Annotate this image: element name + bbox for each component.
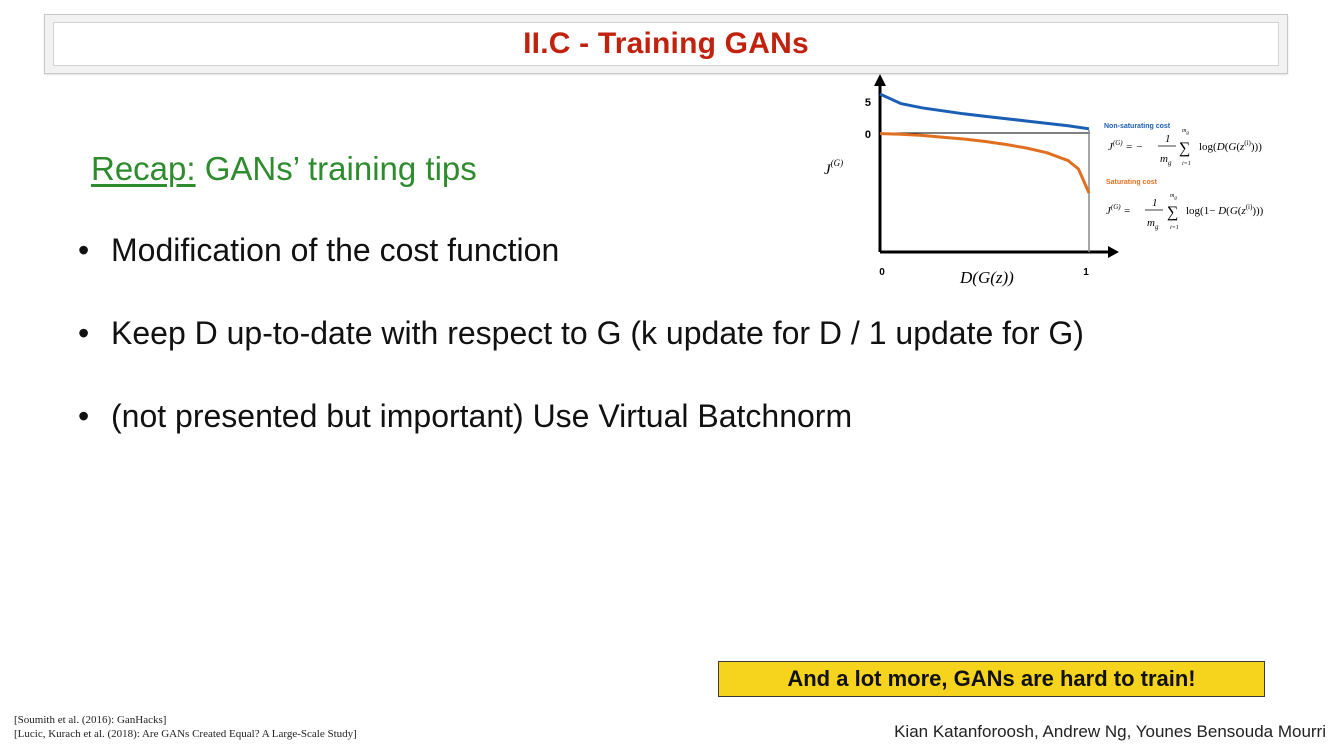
title-box: II.C - Training GANs xyxy=(53,22,1279,66)
formula-non-saturating: J(G) = − 1 mg mg ∑ i=1 log(D(G(z(i)))) xyxy=(1108,128,1262,167)
bullet-text: Modification of the cost function xyxy=(111,232,560,268)
series-line-non-saturating xyxy=(879,92,1090,131)
formula-body: log(1− D(G(z(i)))) xyxy=(1186,203,1264,217)
reference-item: [Soumith et al. (2016): GanHacks] xyxy=(14,714,167,726)
recap-label: Recap: xyxy=(91,150,196,187)
authors-footer: Kian Katanforoosh, Andrew Ng, Younes Ben… xyxy=(894,722,1326,741)
series-line-saturating xyxy=(879,132,1091,194)
formula-body: log(D(G(z(i)))) xyxy=(1199,139,1262,153)
bullet-dot: • xyxy=(78,232,90,268)
y-axis-arrow xyxy=(874,74,886,86)
sum-lower: i=1 xyxy=(1182,161,1191,167)
x-tick-label-0: 0 xyxy=(879,267,885,278)
bullet-dot: • xyxy=(78,315,90,351)
sum-upper: mg xyxy=(1182,128,1189,136)
formula-lhs: J(G) = − xyxy=(1108,139,1143,153)
bullet-item-1: • Modification of the cost function xyxy=(78,232,559,269)
sum-upper: mg xyxy=(1170,193,1177,201)
chart-svg: 5 0 0 1 J(G) D(G(z)) Non-saturating cost… xyxy=(824,74,1264,287)
formula-denominator: mg xyxy=(1147,217,1159,231)
formula-denominator: mg xyxy=(1160,153,1172,167)
bullet-item-2: • Keep D up-to-date with respect to G (k … xyxy=(78,315,1084,352)
formula-numerator: 1 xyxy=(1152,197,1158,209)
legend-non-saturating: Non-saturating cost xyxy=(1104,123,1171,130)
sum-sign: ∑ xyxy=(1167,204,1178,221)
sum-sign: ∑ xyxy=(1179,140,1190,157)
recap-heading: Recap: GANs’ training tips xyxy=(91,150,477,188)
bullet-item-3: • (not presented but important) Use Virtu… xyxy=(78,398,852,435)
recap-text: GANs’ training tips xyxy=(195,150,477,187)
callout-box: And a lot more, GANs are hard to train! xyxy=(718,661,1265,697)
slide-title: II.C - Training GANs xyxy=(523,27,809,60)
bullet-text: (not presented but important) Use Virtua… xyxy=(111,398,853,434)
sum-lower: i=1 xyxy=(1170,225,1179,231)
bullet-text: Keep D up-to-date with respect to G (k u… xyxy=(111,315,1084,351)
y-tick-label-5: 5 xyxy=(865,97,871,109)
x-axis-arrow xyxy=(1108,246,1119,258)
cost-function-chart: 5 0 0 1 J(G) D(G(z)) Non-saturating cost… xyxy=(810,70,1310,290)
formula-saturating: J(G) = 1 mg mg ∑ i=1 log(1− D(G(z(i)))) xyxy=(1106,193,1264,231)
x-axis-label: D(G(z)) xyxy=(959,268,1014,287)
formula-numerator: 1 xyxy=(1165,133,1171,145)
reference-item: [Lucic, Kurach et al. (2018): Are GANs C… xyxy=(14,728,357,740)
references: [Soumith et al. (2016): GanHacks] [Lucic… xyxy=(14,713,357,741)
legend-saturating: Saturating cost xyxy=(1106,179,1158,186)
y-tick-label-0: 0 xyxy=(865,129,871,141)
bullet-dot: • xyxy=(78,398,90,434)
title-frame: II.C - Training GANs xyxy=(44,14,1288,74)
x-tick-label-1: 1 xyxy=(1083,267,1089,278)
y-axis-label: J(G) xyxy=(824,158,843,178)
formula-lhs: J(G) = xyxy=(1106,203,1131,217)
